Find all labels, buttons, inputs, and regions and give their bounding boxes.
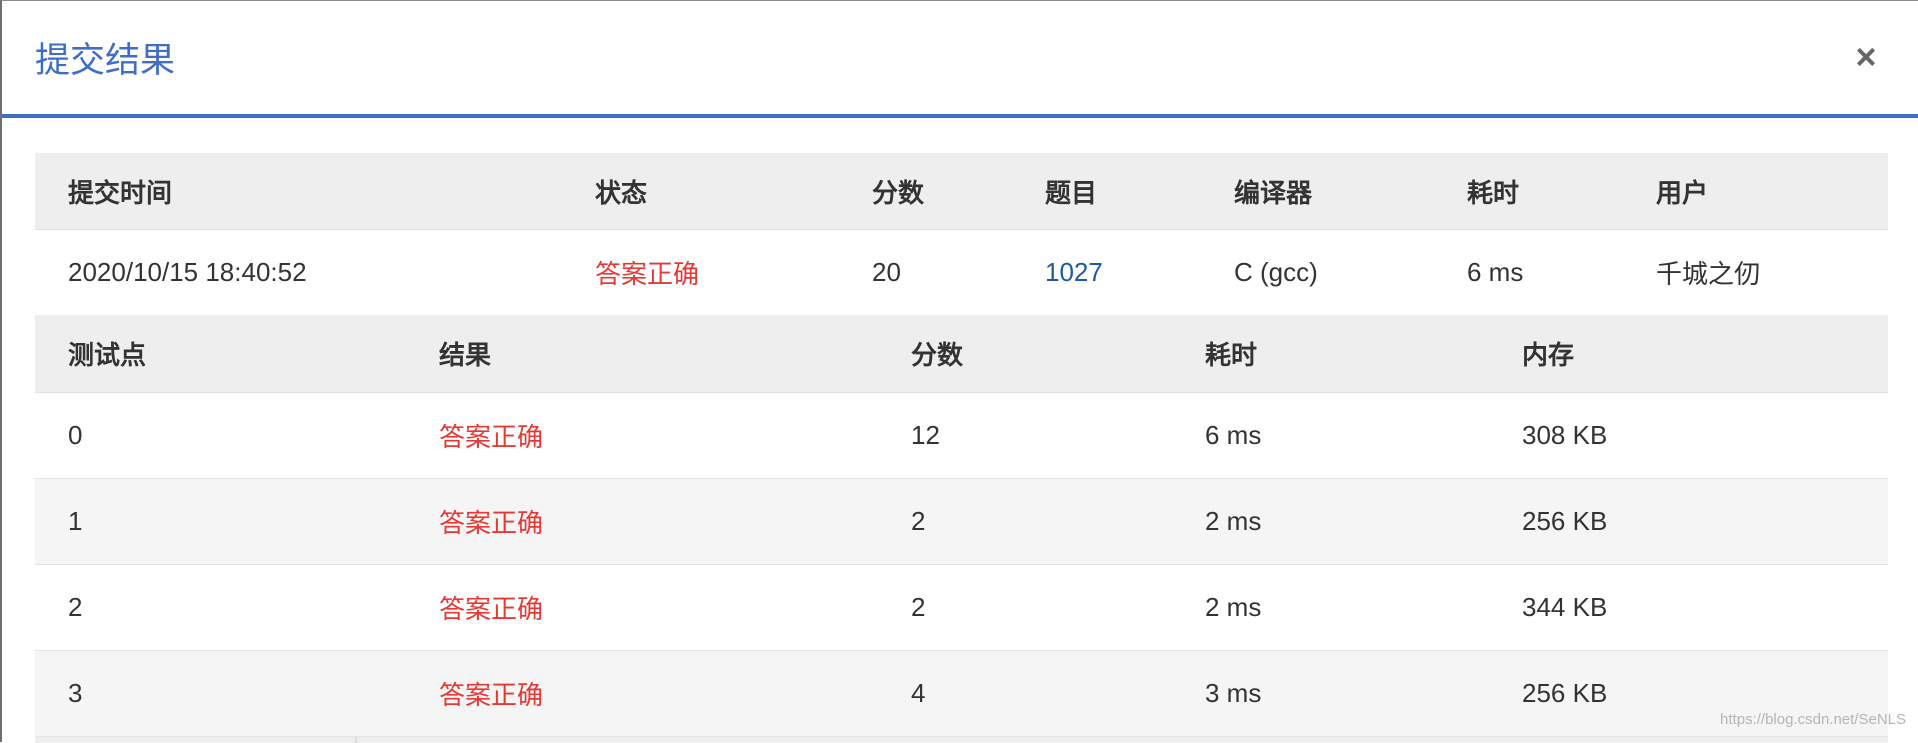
summary-row: 2020/10/15 18:40:52 答案正确 20 1027 C (gcc)… <box>35 229 1888 315</box>
column-header-user: 用户 <box>1623 153 1888 230</box>
watermark: https://blog.csdn.net/SeNLS <box>1720 711 1906 728</box>
column-header-compiler: 编译器 <box>1201 153 1434 230</box>
table-row: 2 答案正确 2 2 ms 344 KB <box>35 564 1888 651</box>
submission-summary-table: 提交时间 状态 分数 题目 编译器 耗时 用户 2020/10/15 18:40… <box>35 153 1888 315</box>
compiler: C (gcc) <box>1201 229 1434 315</box>
test-point-id: 0 <box>35 392 406 479</box>
test-point-time: 2 ms <box>1172 478 1489 565</box>
test-case-table: 测试点 结果 分数 耗时 内存 0 答案正确 12 6 ms 308 KB 1 <box>35 315 1888 737</box>
column-divider <box>355 737 357 743</box>
submission-duration: 6 ms <box>1434 229 1623 315</box>
test-point-time: 2 ms <box>1172 564 1489 651</box>
test-point-time: 3 ms <box>1172 650 1489 737</box>
submit-time: 2020/10/15 18:40:52 <box>35 229 562 315</box>
user-name: 千城之仞 <box>1623 229 1888 315</box>
problem-link[interactable]: 1027 <box>1045 257 1103 287</box>
column-header-memory: 内存 <box>1489 315 1888 393</box>
test-point-id: 1 <box>35 478 406 565</box>
test-point-id: 3 <box>35 650 406 737</box>
test-point-score: 2 <box>878 478 1172 565</box>
test-point-result: 答案正确 <box>406 392 878 479</box>
submission-status: 答案正确 <box>562 229 839 315</box>
column-header-case-time: 耗时 <box>1172 315 1489 393</box>
modal-body: 提交时间 状态 分数 题目 编译器 耗时 用户 2020/10/15 18:40… <box>35 153 1888 737</box>
test-point-id: 2 <box>35 564 406 651</box>
table-row: 3 答案正确 4 3 ms 256 KB <box>35 650 1888 737</box>
test-point-result: 答案正确 <box>406 650 878 737</box>
column-header-time: 耗时 <box>1434 153 1623 230</box>
column-header-test-point: 测试点 <box>35 315 406 393</box>
test-point-memory: 308 KB <box>1489 392 1888 479</box>
column-header-case-score: 分数 <box>878 315 1172 393</box>
modal-header: 提交结果 × <box>2 1 1918 118</box>
table-row: 1 答案正确 2 2 ms 256 KB <box>35 478 1888 565</box>
close-icon[interactable]: × <box>1848 39 1884 75</box>
column-header-result: 结果 <box>406 315 878 393</box>
test-point-time: 6 ms <box>1172 392 1489 479</box>
test-point-result: 答案正确 <box>406 564 878 651</box>
test-point-score: 4 <box>878 650 1172 737</box>
table-footer-strip <box>35 737 1888 743</box>
column-header-score: 分数 <box>839 153 1012 230</box>
submission-result-modal: 提交结果 × 提交时间 状态 分数 题目 编译器 耗时 用户 2020/10/1… <box>0 0 1918 743</box>
test-case-header-row: 测试点 结果 分数 耗时 内存 <box>35 315 1888 393</box>
modal-title: 提交结果 <box>35 41 176 80</box>
summary-header-row: 提交时间 状态 分数 题目 编译器 耗时 用户 <box>35 153 1888 230</box>
test-point-score: 2 <box>878 564 1172 651</box>
column-header-submit-time: 提交时间 <box>35 153 562 230</box>
test-point-memory: 256 KB <box>1489 478 1888 565</box>
submission-score: 20 <box>839 229 1012 315</box>
test-point-memory: 344 KB <box>1489 564 1888 651</box>
test-point-score: 12 <box>878 392 1172 479</box>
table-row: 0 答案正确 12 6 ms 308 KB <box>35 392 1888 479</box>
problem-cell: 1027 <box>1012 229 1201 315</box>
column-header-problem: 题目 <box>1012 153 1201 230</box>
test-point-result: 答案正确 <box>406 478 878 565</box>
column-header-status: 状态 <box>562 153 839 230</box>
